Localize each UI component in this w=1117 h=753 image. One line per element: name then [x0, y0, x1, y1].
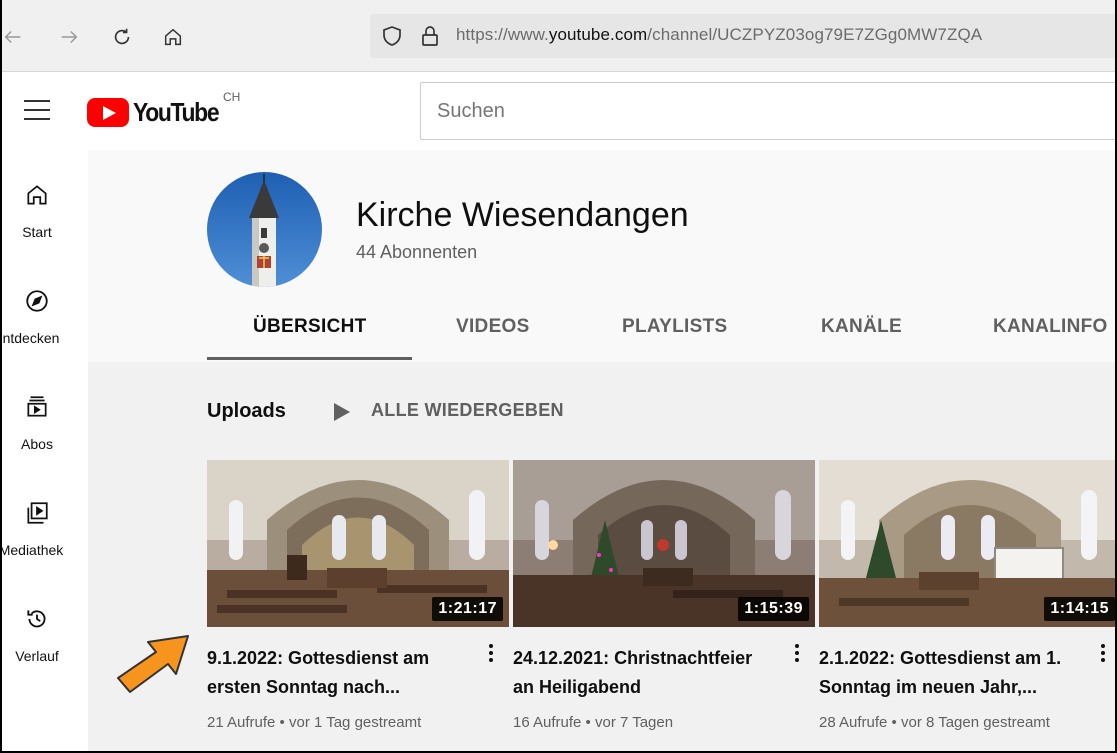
youtube-logo[interactable]: YouTube	[87, 96, 230, 128]
reload-icon[interactable]	[107, 22, 137, 52]
tab-overview[interactable]: ÜBERSICHT	[253, 306, 367, 358]
sidebar-item-label: Mediathek	[0, 542, 64, 558]
forward-icon[interactable]	[54, 22, 84, 52]
sidebar-item-history[interactable]: Verlauf	[2, 606, 88, 686]
more-options-icon[interactable]	[1099, 642, 1107, 666]
country-code: CH	[223, 90, 241, 104]
section-title[interactable]: Uploads	[207, 400, 286, 423]
url-text[interactable]: https://www.youtube.com/channel/UCZPYZ03…	[456, 25, 982, 45]
video-title[interactable]: 9.1.2022: Gottesdienst am ersten Sonntag…	[207, 644, 467, 702]
subscriber-count: 44 Abonnenten	[356, 242, 478, 262]
video-duration: 1:21:17	[432, 597, 503, 621]
tab-videos[interactable]: VIDEOS	[456, 306, 530, 358]
library-icon	[24, 500, 50, 526]
channel-header: Kirche Wiesendangen 44 Abonnenten ÜBERSI…	[88, 150, 1115, 362]
home-page-icon[interactable]	[158, 22, 188, 52]
video-meta: 21 Aufrufe • vor 1 Tag gestreamt	[207, 714, 422, 731]
window-frame: https://www.youtube.com/channel/UCZPYZ03…	[0, 0, 1117, 753]
back-icon[interactable]	[2, 22, 28, 52]
youtube-logo-text: YouTube	[133, 96, 220, 127]
channel-avatar[interactable]	[207, 172, 322, 287]
browser-toolbar: https://www.youtube.com/channel/UCZPYZ03…	[2, 0, 1115, 72]
video-card[interactable]: 1:15:39 24.12.2021: Christnachtfeier an …	[513, 460, 815, 731]
subscriptions-icon	[24, 394, 50, 420]
video-thumbnail[interactable]: 1:15:39	[513, 460, 815, 627]
sidebar-item-label: Verlauf	[15, 648, 59, 664]
history-icon	[24, 606, 50, 632]
main-content: Kirche Wiesendangen 44 Abonnenten ÜBERSI…	[88, 150, 1115, 751]
url-domain: youtube.com	[548, 25, 648, 44]
annotation-arrow-icon	[117, 635, 189, 693]
compass-icon	[24, 288, 50, 314]
shield-icon[interactable]	[380, 24, 404, 48]
sidebar-item-library[interactable]: Mediathek	[2, 500, 88, 580]
video-title[interactable]: 2.1.2022: Gottesdienst am 1. Sonntag im …	[819, 644, 1079, 702]
search-input[interactable]	[421, 83, 1115, 139]
play-all-icon[interactable]	[332, 401, 352, 423]
more-options-icon[interactable]	[487, 642, 495, 666]
search-box[interactable]	[420, 82, 1115, 140]
video-card[interactable]: 1:14:15 2.1.2022: Gottesdienst am 1. Son…	[819, 460, 1115, 731]
play-all-button[interactable]: ALLE WIEDERGEBEN	[371, 400, 564, 421]
sidebar: Start ntdecken Abos Mediathek Verlauf	[2, 150, 88, 751]
video-title[interactable]: 24.12.2021: Christnachtfeier an Heiligab…	[513, 644, 773, 702]
lock-icon[interactable]	[418, 24, 442, 48]
channel-name: Kirche Wiesendangen	[356, 196, 689, 234]
menu-icon[interactable]	[24, 100, 50, 120]
tab-about[interactable]: KANALINFO	[993, 306, 1108, 358]
tab-playlists[interactable]: PLAYLISTS	[622, 306, 727, 358]
url-path: /channel/UCZPYZ03og79E7ZGg0MW7ZQA	[647, 25, 983, 44]
address-bar[interactable]: https://www.youtube.com/channel/UCZPYZ03…	[370, 14, 1115, 58]
uploads-section: Uploads ALLE WIEDERGEBEN 1:21:17 9.1.202…	[88, 362, 1115, 751]
video-meta: 16 Aufrufe • vor 7 Tagen	[513, 714, 674, 731]
more-options-icon[interactable]	[793, 642, 801, 666]
youtube-header: YouTube CH	[2, 72, 1115, 150]
video-card[interactable]: 1:21:17 9.1.2022: Gottesdienst am ersten…	[207, 460, 509, 731]
sidebar-item-start[interactable]: Start	[2, 182, 88, 262]
sidebar-item-label: Abos	[21, 436, 53, 452]
video-duration: 1:14:15	[1044, 597, 1115, 621]
video-thumbnail[interactable]: 1:14:15	[819, 460, 1115, 627]
home-icon	[24, 182, 50, 208]
sidebar-item-label: ntdecken	[2, 330, 60, 346]
url-prefix: https://www.	[456, 25, 549, 44]
tab-channels[interactable]: KANÄLE	[821, 306, 902, 358]
sidebar-item-label: Start	[22, 224, 52, 240]
active-tab-indicator	[207, 357, 412, 360]
video-meta: 28 Aufrufe • vor 8 Tagen gestreamt	[819, 714, 1050, 731]
video-duration: 1:15:39	[738, 597, 809, 621]
video-thumbnail[interactable]: 1:21:17	[207, 460, 509, 627]
youtube-play-icon	[87, 97, 129, 127]
sidebar-item-explore[interactable]: ntdecken	[2, 288, 88, 368]
sidebar-item-abos[interactable]: Abos	[2, 394, 88, 474]
